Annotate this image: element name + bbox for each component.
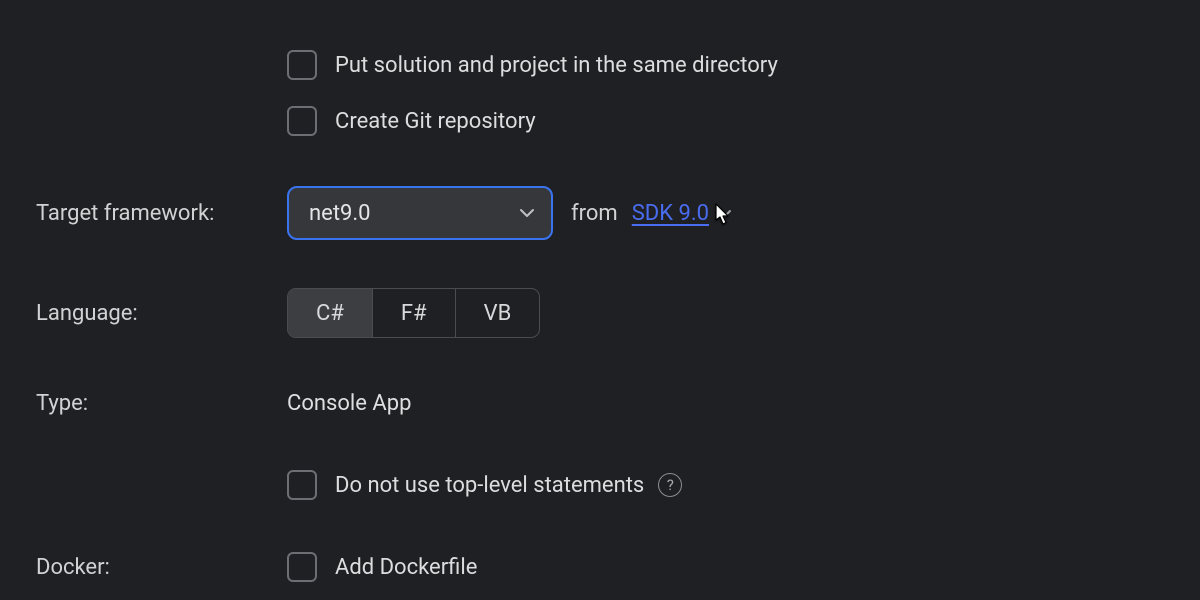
from-label: from [571, 201, 618, 226]
same-directory-checkbox[interactable] [287, 50, 317, 80]
language-segmented: C# F# VB [287, 288, 540, 338]
add-dockerfile-label: Add Dockerfile [335, 555, 477, 580]
language-option-csharp[interactable]: C# [288, 289, 373, 337]
chevron-down-icon [519, 205, 535, 221]
language-option-fsharp[interactable]: F# [373, 289, 456, 337]
create-git-checkbox[interactable] [287, 106, 317, 136]
target-framework-label: Target framework: [0, 201, 287, 226]
create-git-label: Create Git repository [335, 109, 536, 134]
chevron-down-icon [717, 205, 733, 221]
add-dockerfile-checkbox[interactable] [287, 552, 317, 582]
sdk-link-text: SDK 9.0 [632, 201, 709, 226]
target-framework-select[interactable]: net9.0 [287, 186, 553, 240]
language-label: Language: [0, 301, 287, 326]
target-framework-value: net9.0 [309, 201, 371, 226]
no-toplevel-label: Do not use top-level statements [335, 473, 644, 498]
same-directory-label: Put solution and project in the same dir… [335, 53, 778, 78]
language-option-vb[interactable]: VB [456, 289, 540, 337]
docker-label: Docker: [0, 555, 287, 580]
no-toplevel-checkbox[interactable] [287, 470, 317, 500]
type-label: Type: [0, 391, 287, 416]
help-icon[interactable]: ? [658, 473, 682, 497]
type-value: Console App [287, 391, 411, 416]
sdk-link[interactable]: SDK 9.0 [632, 201, 733, 226]
